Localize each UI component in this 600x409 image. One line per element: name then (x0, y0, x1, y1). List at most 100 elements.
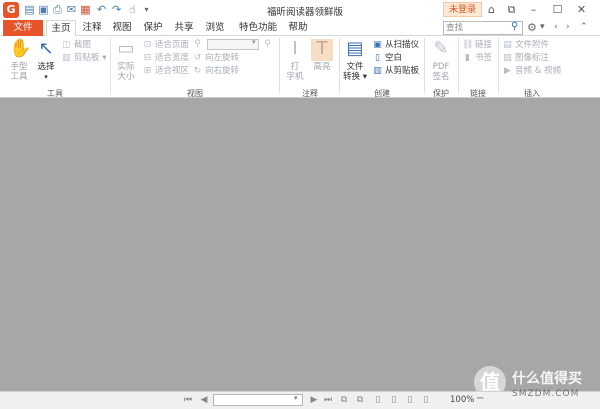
facing-page-icon[interactable]: ▯ (404, 394, 416, 406)
page-dropdown-icon[interactable]: ▾ (294, 394, 298, 402)
gear-dropdown-icon[interactable]: ▾ (540, 22, 545, 32)
prev-page-icon[interactable]: ◀ (198, 394, 210, 406)
previous-view-icon[interactable]: ⧉ (338, 394, 350, 406)
fit-page-button[interactable]: ⊡ 适合页面 (142, 40, 189, 51)
email-icon[interactable]: ✉ (65, 3, 78, 16)
tab-view[interactable]: 视图 (110, 20, 134, 36)
tab-browse[interactable]: 浏览 (203, 20, 227, 36)
continuous-page-icon[interactable]: ▯ (388, 394, 400, 406)
from-clipboard-label: 从剪贴板 (385, 66, 420, 76)
clipboard-button[interactable]: ▥ 剪贴板 ▾ (61, 53, 106, 64)
from-scanner-button[interactable]: ▣ 从扫描仪 (372, 40, 419, 51)
tab-home[interactable]: 主页 (46, 20, 76, 37)
save-icon[interactable]: ▣ (37, 3, 50, 16)
pen-icon: ✎ (433, 38, 449, 59)
group-divider (339, 38, 340, 94)
page-number-input[interactable] (213, 394, 303, 406)
file-convert-label-1: 文件 (346, 62, 364, 72)
zoom-level: 100% (450, 395, 475, 405)
blank-button[interactable]: ▯ 空白 (372, 53, 402, 64)
typewriter-button[interactable]: Ⅰ 打 字机 (283, 38, 307, 82)
document-canvas[interactable] (0, 98, 600, 391)
tab-comment[interactable]: 注释 (80, 20, 104, 36)
from-clipboard-button[interactable]: ▥ 从剪贴板 (372, 66, 419, 77)
login-button[interactable]: 未登录 (443, 2, 483, 17)
actual-size-button[interactable]: ▭ 实际 大小 (114, 38, 138, 82)
open-icon[interactable]: ▤ (23, 3, 36, 16)
image-annotation-label: 图像标注 (515, 53, 550, 63)
link-icon: ⛓ (462, 40, 474, 50)
audio-video-button[interactable]: ▶ 音频 & 视频 (502, 66, 561, 77)
tab-file[interactable]: 文件 (3, 20, 43, 36)
tab-help[interactable]: 帮助 (286, 20, 310, 36)
rotate-left-icon: ↺ (193, 53, 202, 63)
snapshot-button[interactable]: ◫ 截图 (61, 40, 91, 51)
blank-page-icon: ▯ (375, 53, 380, 63)
tab-share[interactable]: 共享 (172, 20, 196, 36)
hand-tool-button[interactable]: ✋ 手型 工具 (6, 38, 32, 82)
pdf-icon[interactable]: ▦ (79, 3, 92, 16)
single-page-icon[interactable]: ▯ (372, 394, 384, 406)
next-view-icon[interactable]: ⧉ (354, 394, 366, 406)
from-scanner-label: 从扫描仪 (385, 40, 420, 50)
first-page-icon[interactable]: ⏮ (182, 394, 194, 406)
print-icon[interactable]: ⎙ (51, 3, 64, 16)
zoom-out-button[interactable]: ⚲ (192, 39, 205, 50)
select-dropdown-icon: ▾ (44, 73, 48, 81)
pdf-sign-button[interactable]: ✎ PDF 签名 (428, 38, 454, 82)
group-divider (498, 38, 499, 94)
close-icon[interactable]: ✕ (574, 2, 589, 17)
undo-icon[interactable]: ↶ (95, 3, 108, 16)
group-divider (458, 38, 459, 94)
select-button[interactable]: ↖ 选择 ▾ (34, 38, 58, 82)
media-icon: ▶ (504, 66, 511, 76)
group-divider (110, 38, 111, 94)
highlight-label: 高亮 (313, 62, 331, 72)
file-attachment-button[interactable]: ▤ 文件附件 (502, 40, 549, 51)
actual-size-label-1: 实际 (117, 62, 135, 72)
zoom-minus-icon[interactable]: − (476, 393, 484, 404)
link-button[interactable]: ⛓ 链接 (462, 40, 492, 51)
rotate-left-button[interactable]: ↺ 向左旋转 (192, 53, 239, 64)
fit-visible-button[interactable]: ⊞ 适合视区 (142, 66, 189, 77)
pdf-sign-label-2: 签名 (432, 72, 450, 82)
title-bar: G ▤ ▣ ⎙ ✉ ▦ ↶ ↷ ☝ ▾ 福昕阅读器领鲜版 未登录 ⌂ ⧉ – ☐… (0, 0, 600, 20)
image-annotation-button[interactable]: ▧ 图像标注 (502, 53, 549, 64)
last-page-icon[interactable]: ⏭ (322, 394, 334, 406)
continuous-facing-icon[interactable]: ▯ (420, 394, 432, 406)
maximize-icon[interactable]: ☐ (550, 2, 565, 17)
actual-size-label-2: 大小 (117, 72, 135, 82)
gear-icon[interactable]: ⚙ (527, 21, 537, 34)
fit-width-label: 适合宽度 (155, 53, 190, 63)
nav-prev-icon[interactable]: ‹ (554, 22, 558, 32)
hand-tool-quick-icon[interactable]: ☝ (126, 3, 139, 16)
search-icon[interactable]: ⚲ (511, 21, 518, 32)
app-logo-icon[interactable]: G (3, 2, 19, 18)
skin-icon[interactable]: ⌂ (484, 2, 499, 17)
fit-width-button[interactable]: ⊟ 适合宽度 (142, 53, 189, 64)
bookmark-button[interactable]: ▮ 书签 (462, 53, 492, 64)
collapse-ribbon-icon[interactable]: ⌃ (580, 22, 588, 32)
rotate-right-button[interactable]: ↻ 向右旋转 (192, 66, 239, 77)
image-icon: ▧ (503, 53, 512, 63)
customize-dropdown-icon[interactable]: ▾ (140, 3, 153, 16)
zoom-in-button[interactable]: ⚲ (262, 39, 275, 50)
hand-tool-label-1: 手型 (10, 62, 28, 72)
next-page-icon[interactable]: ▶ (308, 394, 320, 406)
link-label: 链接 (475, 40, 493, 50)
tab-features[interactable]: 特色功能 (236, 20, 280, 36)
highlight-icon: T (316, 38, 328, 59)
minimize-icon[interactable]: – (526, 2, 541, 17)
restore-ribbon-icon[interactable]: ⧉ (504, 2, 519, 17)
actual-size-icon: ▭ (117, 38, 135, 59)
file-convert-button[interactable]: ▤ 文件 转换 ▾ (342, 38, 368, 82)
highlight-button[interactable]: T 高亮 (309, 38, 335, 72)
redo-icon[interactable]: ↷ (110, 3, 123, 16)
nav-next-icon[interactable]: › (566, 22, 570, 32)
status-bar: ⏮ ◀ ▾ ▶ ⏭ ⧉ ⧉ ▯ ▯ ▯ ▯ 100% − (0, 391, 600, 409)
zoom-select-arrow-icon[interactable]: ▾ (252, 38, 256, 46)
tab-protect[interactable]: 保护 (141, 20, 165, 36)
watermark-text: 什么值得买 (512, 371, 582, 387)
file-attachment-label: 文件附件 (515, 40, 550, 50)
clipboard-label: 剪贴板 (74, 53, 100, 63)
